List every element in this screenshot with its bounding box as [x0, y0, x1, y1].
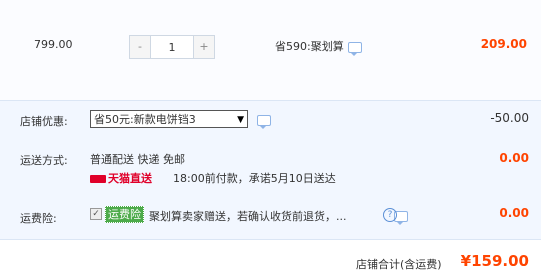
dropdown-arrow-icon: ▼ [237, 115, 244, 125]
delivery-promise: 18:00前付款，承诺5月10日送达 [173, 172, 336, 185]
coupon-selected-value: 省50元:新款电饼铛3 [94, 113, 196, 126]
item-row [0, 0, 541, 100]
increase-quantity-button[interactable]: + [193, 36, 214, 58]
help-icon[interactable]: ? [383, 208, 397, 222]
chat-icon[interactable] [257, 114, 271, 129]
quantity-input[interactable] [151, 36, 193, 58]
unit-price: 799.00 [34, 38, 73, 51]
item-total: 209.00 [480, 37, 527, 51]
shop-total-amount: ¥159.00 [460, 252, 529, 270]
tmall-direct-tag: 天猫直送 [90, 170, 152, 186]
saving-info: 省590:聚划算 [275, 38, 362, 56]
insurance-amount: 0.00 [499, 206, 529, 220]
shop-total-label: 店铺合计(含运费) [356, 258, 442, 271]
coupon-select[interactable]: 省50元:新款电饼铛3 ▼ [90, 110, 248, 128]
shop-discount-label: 店铺优惠: [20, 115, 68, 128]
shipping-label: 运送方式: [20, 154, 68, 167]
shop-discount-amount: -50.00 [490, 111, 529, 125]
shipping-amount: 0.00 [499, 151, 529, 165]
insurance-label: 运费险: [20, 212, 57, 225]
insurance-text: 聚划算卖家赠送，若确认收货前退货，... [149, 210, 347, 223]
shipping-method: 普通配送 快递 免邮 [90, 153, 185, 166]
saving-text: 省590:聚划算 [275, 40, 344, 53]
quantity-stepper: - + [129, 35, 215, 59]
chat-icon[interactable] [347, 41, 362, 56]
insurance-badge: 运费险 [105, 206, 144, 223]
insurance-checkbox[interactable]: ✓ [90, 208, 102, 220]
decrease-quantity-button[interactable]: - [130, 36, 151, 58]
tmall-logo-icon [90, 175, 106, 183]
tmall-direct-text: 天猫直送 [108, 172, 152, 185]
